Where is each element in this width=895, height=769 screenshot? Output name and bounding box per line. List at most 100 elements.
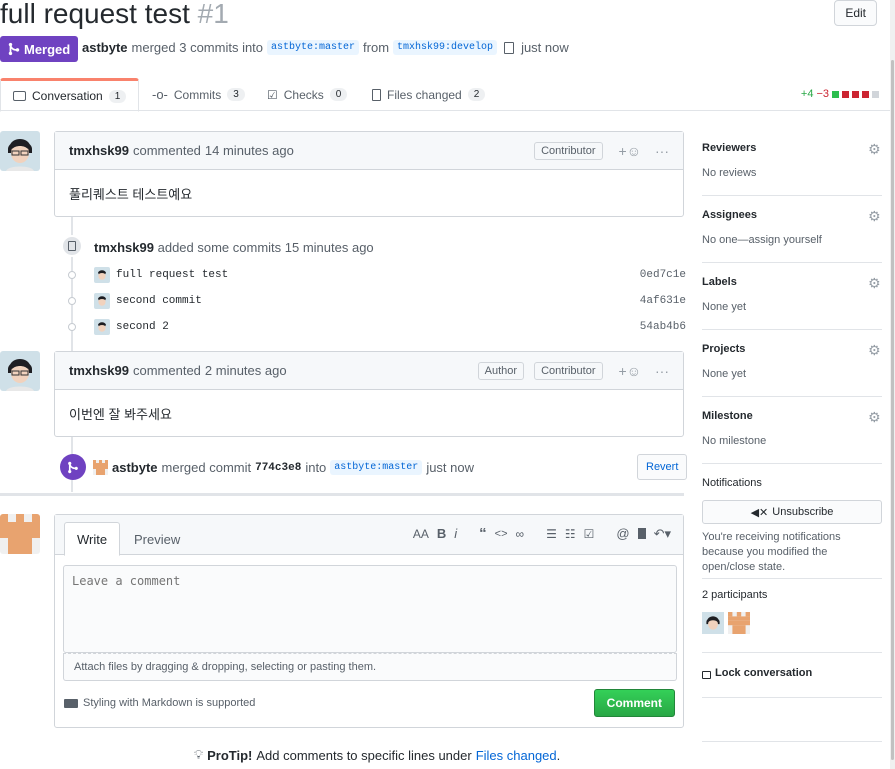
comment-discussion-icon <box>13 91 26 101</box>
copy-icon[interactable] <box>504 41 515 54</box>
sidebar-divider <box>702 741 882 742</box>
head-branch[interactable]: tmxhsk99:develop <box>393 40 498 55</box>
commit-avatar[interactable] <box>94 267 110 283</box>
merge-into-text: into <box>305 460 327 475</box>
commit-message[interactable]: second commit <box>116 295 640 307</box>
italic-icon[interactable]: i <box>454 526 457 541</box>
reviewers-value: No reviews <box>702 167 757 179</box>
participant-avatar[interactable] <box>702 612 724 634</box>
diffstat-additions: +4 <box>800 88 814 100</box>
diffstat-deletions: −3 <box>816 88 829 100</box>
sidebar-labels[interactable]: Labels None yet ⚙ <box>702 276 882 313</box>
gear-icon[interactable]: ⚙ <box>868 142 882 156</box>
comment-time[interactable]: 14 minutes ago <box>205 143 294 158</box>
tab-commits-count: 3 <box>227 88 245 101</box>
protip: 💡︎ ProTip! Add comments to specific line… <box>194 747 560 763</box>
comment-author[interactable]: tmxhsk99 <box>69 143 129 158</box>
mute-icon: ◀✕ <box>750 506 769 519</box>
projects-value: None yet <box>702 368 747 380</box>
bookmark-icon[interactable] <box>637 528 646 539</box>
merge-event-author[interactable]: astbyte <box>112 460 158 475</box>
projects-title: Projects <box>702 343 746 355</box>
revert-button[interactable]: Revert <box>637 454 688 480</box>
gear-icon[interactable]: ⚙ <box>868 410 882 424</box>
mini-avatar-astbyte[interactable] <box>93 460 108 475</box>
markdown-note[interactable]: Styling with Markdown is supported <box>64 697 255 709</box>
merge-commit-sha[interactable]: 774c3e8 <box>255 462 301 474</box>
bold-icon[interactable]: B <box>437 526 446 541</box>
more-options-icon[interactable]: ··· <box>655 143 669 159</box>
tab-conversation[interactable]: Conversation 1 <box>0 78 140 112</box>
tab-conversation-count: 1 <box>108 89 127 103</box>
base-branch[interactable]: astbyte:master <box>267 40 360 55</box>
commit-sha[interactable]: 54ab4b6 <box>640 321 686 333</box>
link-icon[interactable]: ∞ <box>516 527 525 541</box>
diffstat-block <box>862 90 869 98</box>
editor-tabs: Write Preview AA B i “ <> ∞ ☰ ☷ ☑ @ ↶▾ <box>55 515 683 556</box>
sidebar-projects[interactable]: Projects None yet ⚙ <box>702 343 882 380</box>
sidebar-assignees[interactable]: Assignees No one—assign yourself ⚙ <box>702 209 882 246</box>
tab-preview[interactable]: Preview <box>122 522 192 556</box>
protip-period: . <box>556 747 561 763</box>
commit-message[interactable]: full request test <box>116 269 640 281</box>
labels-title: Labels <box>702 276 737 288</box>
pr-title-text: full request test <box>0 0 190 29</box>
participants-title: 2 participants <box>702 589 768 601</box>
comment-button[interactable]: Comment <box>593 689 675 717</box>
merger-link[interactable]: astbyte <box>82 40 128 55</box>
gear-icon[interactable]: ⚙ <box>868 209 882 223</box>
code-icon[interactable]: <> <box>495 528 508 540</box>
merge-text: merged 3 commits into <box>131 40 264 55</box>
markdown-toolbar: AA B i “ <> ∞ ☰ ☷ ☑ @ ↶▾ <box>413 525 671 542</box>
tab-checks[interactable]: ☑ Checks 0 <box>255 78 359 111</box>
mention-icon[interactable]: @ <box>616 526 629 541</box>
merge-icon <box>8 42 20 56</box>
add-reaction-icon[interactable]: +☺ <box>619 363 641 379</box>
comment-textarea[interactable] <box>63 565 677 653</box>
text-size-icon[interactable]: AA <box>413 527 429 541</box>
contributor-badge: Contributor <box>534 141 603 160</box>
author-badge: Author <box>477 361 525 380</box>
commit-avatar[interactable] <box>94 293 110 309</box>
scrollbar-thumb[interactable] <box>891 60 894 760</box>
sidebar-divider <box>702 463 882 464</box>
commit-sha[interactable]: 0ed7c1e <box>640 269 686 281</box>
checklist-icon: ☑ <box>267 87 278 102</box>
commit-row: second 2 54ab4b6 <box>60 317 686 337</box>
avatar[interactable] <box>0 131 40 171</box>
tab-files-changed[interactable]: Files changed 2 <box>360 78 497 111</box>
merge-branch[interactable]: astbyte:master <box>330 460 423 475</box>
protip-files-changed-link[interactable]: Files changed <box>476 748 557 763</box>
more-options-icon[interactable]: ··· <box>655 363 669 379</box>
tab-write[interactable]: Write <box>64 522 121 556</box>
reply-icon[interactable]: ↶▾ <box>654 526 671 542</box>
comment-author[interactable]: tmxhsk99 <box>69 363 129 378</box>
unsubscribe-button[interactable]: ◀✕ Unsubscribe <box>702 500 882 524</box>
sidebar-milestone[interactable]: Milestone No milestone ⚙ <box>702 410 882 447</box>
merge-event-icon <box>60 454 86 480</box>
gear-icon[interactable]: ⚙ <box>868 343 882 357</box>
sidebar-reviewers[interactable]: Reviewers No reviews ⚙ <box>702 142 882 179</box>
lock-icon <box>702 670 711 679</box>
bulleted-list-icon[interactable]: ☰ <box>546 527 557 541</box>
comment-header: tmxhsk99 commented 2 minutes ago Author … <box>55 352 683 390</box>
commit-sha[interactable]: 4af631e <box>640 295 686 307</box>
attach-files-zone[interactable]: Attach files by dragging & dropping, sel… <box>63 653 677 681</box>
numbered-list-icon[interactable]: ☷ <box>565 527 576 541</box>
timeline-end-divider <box>0 493 684 496</box>
gear-icon[interactable]: ⚙ <box>868 276 882 290</box>
edit-button[interactable]: Edit <box>834 0 877 26</box>
commits-event-author[interactable]: tmxhsk99 <box>94 240 154 255</box>
labels-value: None yet <box>702 301 747 313</box>
add-reaction-icon[interactable]: +☺ <box>619 143 641 159</box>
avatar[interactable] <box>0 351 40 391</box>
quote-icon[interactable]: “ <box>479 525 487 542</box>
comment-time[interactable]: 2 minutes ago <box>205 363 287 378</box>
tab-commits[interactable]: -o- Commits 3 <box>140 78 257 111</box>
current-user-avatar[interactable] <box>0 514 40 554</box>
commit-avatar[interactable] <box>94 319 110 335</box>
participant-avatar[interactable] <box>728 612 750 634</box>
task-list-icon[interactable]: ☑ <box>584 527 595 541</box>
commit-message[interactable]: second 2 <box>116 321 640 333</box>
lock-conversation[interactable]: Lock conversation <box>702 667 882 679</box>
